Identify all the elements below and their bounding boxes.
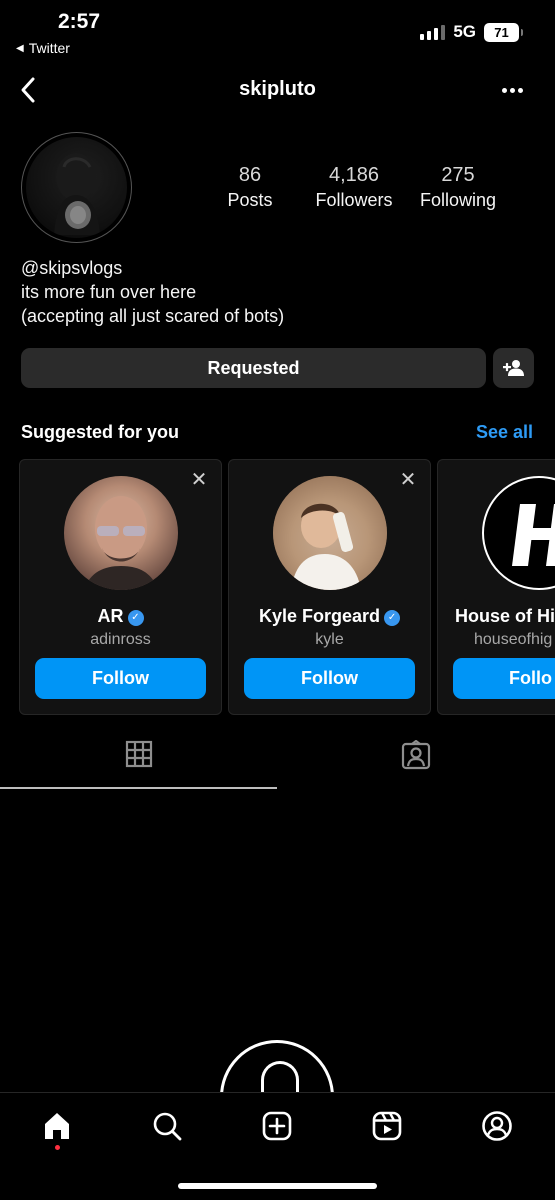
battery-icon: 71 [484,22,523,42]
suggested-avatar[interactable] [273,476,387,590]
search-icon [153,1112,182,1141]
home-indicator [178,1183,377,1189]
tagged-icon [401,740,431,770]
followers-value: 4,186 [328,164,380,186]
active-tab-indicator [0,787,277,789]
followers-label: Followers [315,190,393,210]
follow-button[interactable]: Follow [244,658,415,699]
suggested-card[interactable]: ✕ Kyle Forgeard ✓ kyle Follow [228,459,431,715]
status-indicators: 5G 71 [420,22,523,42]
tab-tagged[interactable] [277,740,555,788]
notification-dot [55,1145,60,1150]
portrait-icon [273,476,387,590]
bio-line: its more fun over here [21,282,197,302]
posts-value: 86 [238,164,262,186]
suggested-card[interactable]: ✕ AR ✓ adinross Follow [19,459,222,715]
following-count[interactable]: 275 Following [414,164,502,211]
status-time: 2:57 [58,10,101,33]
follow-button[interactable]: Follow [35,658,206,699]
add-person-icon [502,360,524,376]
back-triangle-icon: ◀ [16,42,24,54]
suggested-handle: adinross [90,631,151,648]
profile-icon [482,1111,512,1141]
suggested-handle: houseofhig [474,631,553,648]
signal-icon [420,24,446,40]
following-label: Following [419,190,497,210]
tab-posts-grid[interactable] [0,740,277,788]
network-label: 5G [453,22,476,41]
profile-screen: 2:57 ◀ Twitter 5G 71 skipluto 86 Posts 4… [0,0,555,1200]
battery-level: 71 [494,24,509,40]
dismiss-icon[interactable]: ✕ [398,470,418,490]
suggested-avatar[interactable] [482,476,555,590]
suggested-name: AR ✓ [20,606,221,627]
portrait-icon [84,496,158,590]
reels-icon [372,1111,402,1141]
more-options-button[interactable] [499,78,525,102]
following-value: 275 [441,164,475,186]
suggested-handle: kyle [315,631,344,648]
suggest-users-button[interactable] [493,348,534,388]
back-to-app-link[interactable]: ◀ Twitter [16,40,70,56]
follow-button[interactable]: Follo [453,658,555,699]
nav-reels[interactable] [370,1109,404,1143]
nav-create[interactable] [260,1109,294,1143]
dot-icon [509,87,515,93]
suggested-name: House of Hi [455,606,555,626]
dismiss-icon[interactable]: ✕ [189,470,209,490]
create-icon [262,1111,292,1141]
followers-count[interactable]: 4,186 Followers [310,164,398,211]
verified-badge-icon: ✓ [127,609,144,626]
see-all-link[interactable]: See all [476,422,533,443]
page-title: skipluto [239,78,316,100]
home-icon [45,1113,69,1139]
nav-search[interactable] [150,1109,184,1143]
suggested-card[interactable]: House of Hi houseofhig Follo [437,459,555,715]
profile-avatar[interactable] [21,132,132,243]
verified-badge-icon: ✓ [384,609,401,626]
grid-icon [125,740,152,768]
posts-label: Posts [227,190,273,210]
dot-icon [501,87,507,93]
suggested-title: Suggested for you [21,422,180,442]
bio-line: (accepting all just scared of bots) [21,306,285,326]
profile-bio: @skipsvlogs its more fun over here (acce… [21,256,284,328]
bio-line[interactable]: @skipsvlogs [21,256,284,280]
suggested-avatar[interactable] [64,476,178,590]
house-logo-icon [512,504,555,566]
avatar-image [26,137,127,238]
posts-count[interactable]: 86 Posts [222,164,278,211]
back-app-label: Twitter [28,40,70,56]
nav-home[interactable] [40,1109,74,1143]
dot-icon [517,87,523,93]
avatar-silhouette-icon [54,153,100,235]
nav-profile[interactable] [480,1109,514,1143]
suggested-name: Kyle Forgeard ✓ [229,606,430,627]
requested-button[interactable]: Requested [21,348,486,388]
